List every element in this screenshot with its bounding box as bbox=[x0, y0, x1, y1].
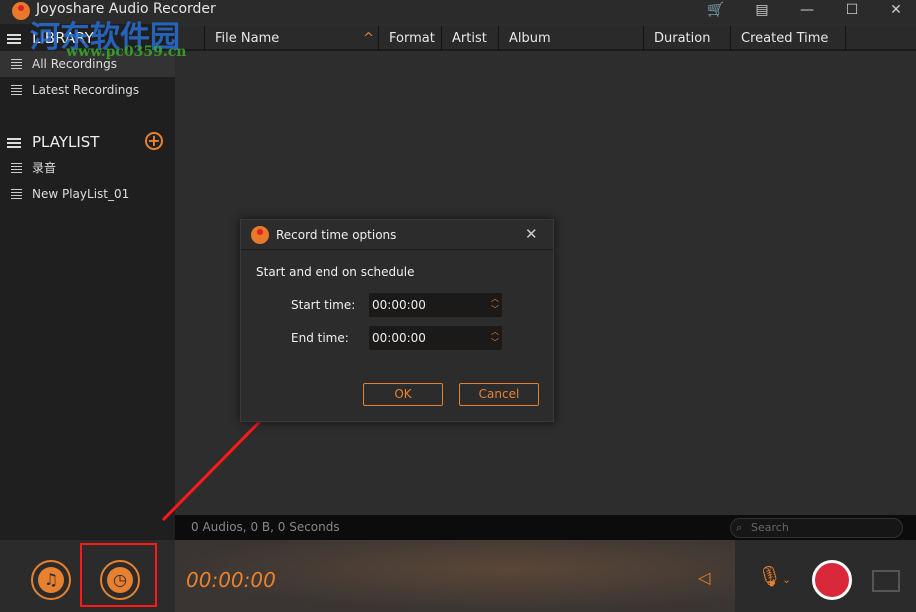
ok-button[interactable]: OK bbox=[363, 383, 443, 406]
sidebar-item-playlist[interactable]: New PlayList_01 bbox=[0, 181, 175, 207]
cancel-button[interactable]: Cancel bbox=[459, 383, 539, 406]
player-area: 00:00:00 ◁ bbox=[175, 540, 735, 612]
app-logo bbox=[12, 2, 30, 20]
watermark-url: www.pc0359.cn bbox=[66, 44, 187, 60]
start-time-label: Start time: bbox=[291, 298, 356, 312]
record-time-options-dialog: Record time options ✕ Start and end on s… bbox=[240, 219, 554, 422]
column-album[interactable]: Album bbox=[498, 26, 643, 51]
bottom-bar: ♫ ◷ 00:00:00 ◁ 🎙︎⌄ bbox=[0, 540, 916, 612]
cart-icon[interactable]: 🛒 bbox=[706, 2, 726, 18]
sort-ascending-icon: ^ bbox=[363, 31, 374, 46]
dialog-header: Record time options ✕ bbox=[241, 220, 553, 250]
dialog-close-icon[interactable]: ✕ bbox=[525, 225, 538, 243]
list-icon bbox=[11, 59, 22, 71]
column-created-time[interactable]: Created Time bbox=[730, 26, 846, 51]
sidebar-item-playlist[interactable]: 录音 bbox=[0, 155, 175, 181]
column-file-name[interactable]: File Name ^ bbox=[204, 26, 378, 51]
end-time-stepper[interactable]: ︿ ﹀ bbox=[491, 326, 499, 348]
schedule-heading: Start and end on schedule bbox=[256, 265, 415, 279]
search-input[interactable]: ⌕ Search bbox=[730, 518, 903, 538]
start-time-input[interactable]: 00:00:00 ︿ ﹀ bbox=[369, 293, 502, 317]
start-time-stepper[interactable]: ︿ ﹀ bbox=[491, 293, 499, 315]
speaker-icon[interactable]: ◁ bbox=[698, 568, 710, 587]
dialog-logo bbox=[251, 226, 269, 244]
recording-time: 00:00:00 bbox=[186, 568, 276, 592]
status-summary: 0 Audios, 0 B, 0 Seconds bbox=[191, 520, 340, 534]
column-format[interactable]: Format bbox=[378, 26, 441, 51]
status-bar: 0 Audios, 0 B, 0 Seconds ⌕ Search bbox=[175, 515, 916, 541]
sidebar: LIBRARY All Recordings Latest Recordings… bbox=[0, 24, 175, 540]
library-icon bbox=[7, 32, 21, 46]
end-time-label: End time: bbox=[291, 331, 349, 345]
playlist-icon bbox=[7, 136, 21, 150]
record-button[interactable] bbox=[812, 560, 852, 600]
list-icon bbox=[11, 163, 22, 175]
list-icon bbox=[11, 85, 22, 97]
music-note-icon: ♫ bbox=[38, 567, 64, 593]
maximize-button[interactable]: ☐ bbox=[842, 2, 862, 18]
search-icon: ⌕ bbox=[736, 521, 743, 534]
column-duration[interactable]: Duration bbox=[643, 26, 730, 51]
list-icon bbox=[11, 189, 22, 201]
menu-icon[interactable]: ▤ bbox=[752, 2, 772, 18]
close-button[interactable]: ✕ bbox=[886, 2, 906, 18]
end-time-input[interactable]: 00:00:00 ︿ ﹀ bbox=[369, 326, 502, 350]
split-view-icon[interactable] bbox=[872, 570, 900, 592]
playlist-heading: PLAYLIST bbox=[32, 133, 100, 151]
minimize-button[interactable]: — bbox=[797, 2, 817, 18]
music-file-button[interactable]: ♫ bbox=[31, 560, 71, 600]
schedule-alarm-button[interactable]: ◷ bbox=[100, 560, 140, 600]
column-artist[interactable]: Artist bbox=[441, 26, 498, 51]
table-header: File Name ^ Format Artist Album Duration … bbox=[175, 26, 916, 51]
sidebar-item-latest-recordings[interactable]: Latest Recordings bbox=[0, 77, 175, 103]
microphone-icon[interactable]: 🎙︎⌄ bbox=[757, 564, 791, 588]
alarm-clock-icon: ◷ bbox=[107, 567, 133, 593]
add-playlist-button[interactable]: + bbox=[145, 132, 163, 150]
dialog-title: Record time options bbox=[276, 228, 397, 242]
